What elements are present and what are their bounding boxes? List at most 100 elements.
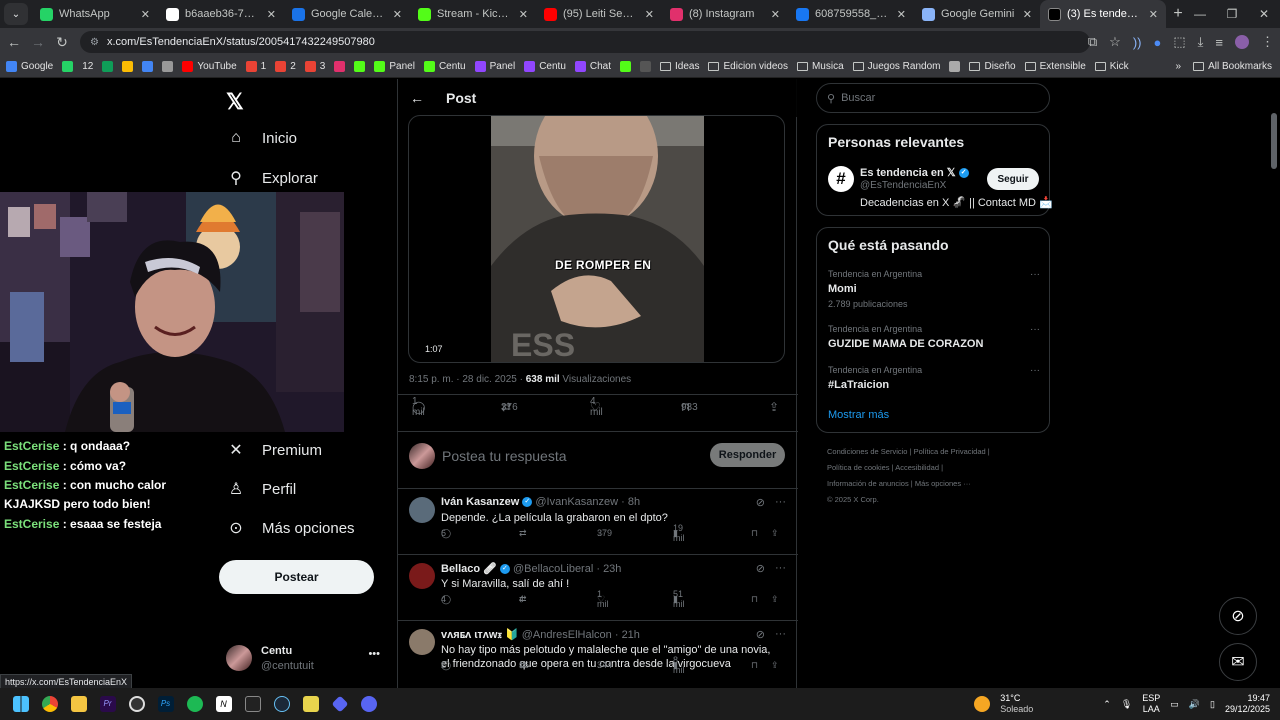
bookmark-item[interactable]: Kick — [1094, 61, 1129, 72]
bookmark-item[interactable]: Panel — [374, 61, 415, 72]
browser-tab[interactable]: 608759558_1855148 ✕ — [788, 0, 914, 28]
bookmark-item[interactable]: Extensible — [1024, 61, 1086, 72]
more-icon[interactable]: ··· — [1030, 269, 1040, 280]
avatar[interactable] — [409, 497, 435, 523]
browser-tab[interactable]: Stream - Kick Dashbo ✕ — [410, 0, 536, 28]
bookmark-item[interactable]: Edicion videos — [708, 61, 788, 72]
app-icon[interactable] — [238, 690, 267, 718]
browser-tab[interactable]: (95) Leiti Sene - Bitco ✕ — [536, 0, 662, 28]
close-tab-icon[interactable]: ✕ — [1149, 8, 1158, 21]
bookmark-item[interactable] — [122, 61, 134, 72]
tweet-time[interactable]: 8h — [628, 496, 640, 508]
browser-tab[interactable]: Google Calendar - d ✕ — [284, 0, 410, 28]
bookmark-item[interactable]: 3 — [304, 61, 325, 72]
author-name[interactable]: Iván Kasanzew — [441, 496, 519, 508]
premiere-icon[interactable]: Pr — [93, 690, 122, 718]
trend-item[interactable]: Tendencia en Argentina #LaTraicion ··· — [828, 365, 1040, 391]
reply-tweet[interactable]: Iván Kasanzew ✓ @IvanKasanzew · 8h ⊘ ··· De… — [398, 488, 798, 554]
maximize-button[interactable]: ❐ — [1216, 0, 1248, 28]
bookmarks-overflow-icon[interactable]: » — [1176, 61, 1182, 72]
reply-tweet[interactable]: ᴠᴧᴙᴇ̴ᴧ ɩᴛᴧᴡ𝔵 🔰 @AndresElHalcon · 21h ⊘ ···… — [398, 620, 798, 686]
page-scrollbar[interactable] — [1271, 113, 1277, 169]
bookmark-item[interactable]: Ideas — [660, 61, 699, 72]
photoshop-icon[interactable]: Ps — [151, 690, 180, 718]
show-more-link[interactable]: Mostrar más — [828, 409, 889, 421]
bookmark-item[interactable] — [162, 61, 174, 72]
forward-button[interactable]: → — [26, 34, 50, 50]
reply-tweet[interactable]: Bellaco 🩹 ✓ @BellacoLiberal · 23h ⊘ ··· Y s… — [398, 554, 798, 620]
nav-item-inicio[interactable]: ⌂ Inicio — [226, 129, 297, 147]
relevant-account-name[interactable]: Es tendencia en 𝕏 ✓ — [860, 166, 969, 179]
bookmark-item[interactable]: YouTube — [182, 61, 237, 72]
notion-icon[interactable]: N — [209, 690, 238, 718]
battery-icon[interactable]: ▯ — [1210, 699, 1215, 710]
download-icon[interactable]: ⤓ — [1198, 34, 1204, 50]
follow-button[interactable]: Seguir — [987, 168, 1039, 190]
hashtag-avatar-icon[interactable]: # — [828, 166, 854, 192]
bookmark-item[interactable] — [102, 61, 114, 72]
close-tab-icon[interactable]: ✕ — [267, 8, 276, 21]
more-icon[interactable]: ··· — [775, 496, 786, 509]
x-logo-icon[interactable]: 𝕏 — [226, 89, 244, 115]
site-info-icon[interactable]: ⚙ — [90, 37, 99, 48]
author-name[interactable]: ᴠᴧᴙᴇ̴ᴧ ɩᴛᴧᴡ𝔵 🔰 — [441, 629, 519, 641]
bookmark-item[interactable]: Musica — [796, 61, 844, 72]
bookmark-item[interactable]: Centu — [423, 61, 466, 72]
account-switcher[interactable]: Centu @centutuit ••• — [226, 642, 386, 678]
video-player[interactable]: ESS DE ROMPER EN 1:07 — [408, 115, 785, 363]
bookmark-item[interactable]: Diseño — [969, 61, 1016, 72]
chevron-up-icon[interactable]: ⌃ — [1103, 699, 1111, 710]
file-explorer-icon[interactable] — [64, 690, 93, 718]
back-button[interactable]: ← — [2, 34, 26, 50]
footer-line[interactable]: Información de anuncios | Más opciones ·… — [827, 476, 1057, 492]
chrome-icon[interactable] — [35, 690, 64, 718]
more-icon[interactable]: ··· — [775, 562, 786, 575]
close-tab-icon[interactable]: ✕ — [519, 8, 528, 21]
bookmark-item[interactable]: Google — [6, 61, 53, 72]
tab-search-button[interactable]: ⌄ — [4, 3, 28, 25]
avatar[interactable] — [409, 629, 435, 655]
clock[interactable]: 19:47 29/12/2025 — [1225, 693, 1270, 715]
windows-start-icon[interactable] — [6, 690, 35, 718]
back-arrow-icon[interactable]: ← — [410, 90, 424, 106]
network-icon[interactable]: ▭ — [1170, 699, 1179, 710]
profile-avatar[interactable] — [1235, 35, 1249, 49]
bookmark-item[interactable]: Juegos Random — [852, 61, 940, 72]
microphone-icon[interactable]: 🎙 — [1121, 699, 1132, 710]
grok-button[interactable]: ⊘ — [1219, 597, 1257, 635]
reply-button[interactable]: Responder — [710, 443, 785, 467]
bookmark-item[interactable]: 12 — [82, 61, 93, 72]
search-input[interactable]: ⚲ Buscar — [816, 83, 1050, 113]
steam-icon[interactable] — [267, 690, 296, 718]
bookmark-item[interactable] — [142, 61, 154, 72]
volume-icon[interactable]: 🔊 — [1189, 699, 1200, 710]
grok-icon[interactable]: ⊘ — [756, 496, 765, 509]
bookmark-item[interactable]: Chat — [574, 61, 611, 72]
grok-icon[interactable]: ⊘ — [756, 562, 765, 575]
more-icon[interactable]: ··· — [1030, 365, 1040, 376]
close-tab-icon[interactable]: ✕ — [1023, 8, 1032, 21]
trend-item[interactable]: Tendencia en Argentina GUZIDE MAMA DE CO… — [828, 324, 1040, 350]
nav-item-mas-opciones[interactable]: ⊙ Más opciones — [226, 518, 354, 538]
tweet-time[interactable]: 23h — [603, 563, 621, 575]
author-name[interactable]: Bellaco 🩹 — [441, 563, 497, 575]
browser-tab[interactable]: WhatsApp ✕ — [32, 0, 158, 28]
close-tab-icon[interactable]: ✕ — [645, 8, 654, 21]
bookmark-item[interactable] — [640, 61, 652, 72]
bookmark-item[interactable] — [620, 61, 632, 72]
bookmark-item[interactable]: Centu — [524, 61, 566, 72]
obs-icon[interactable] — [122, 690, 151, 718]
footer-line[interactable]: Condiciones de Servicio | Política de Pr… — [827, 444, 1057, 460]
more-icon[interactable]: ··· — [775, 628, 786, 641]
bookmark-item[interactable] — [354, 61, 366, 72]
extension-icon[interactable]: )) — [1133, 35, 1142, 50]
bookmark-item[interactable] — [62, 61, 74, 72]
messages-button[interactable]: ✉ — [1219, 643, 1257, 681]
language-indicator[interactable]: ESP LAA — [1142, 693, 1160, 715]
browser-tab[interactable]: (8) Instagram ✕ — [662, 0, 788, 28]
nav-item-perfil[interactable]: ♙ Perfil — [226, 479, 296, 499]
browser-menu-icon[interactable]: ⋮ — [1261, 34, 1274, 50]
media-control-icon[interactable]: ≡ — [1215, 35, 1223, 50]
bookmark-item[interactable] — [334, 61, 346, 72]
extensions-puzzle-icon[interactable]: ⬚ — [1173, 34, 1185, 50]
